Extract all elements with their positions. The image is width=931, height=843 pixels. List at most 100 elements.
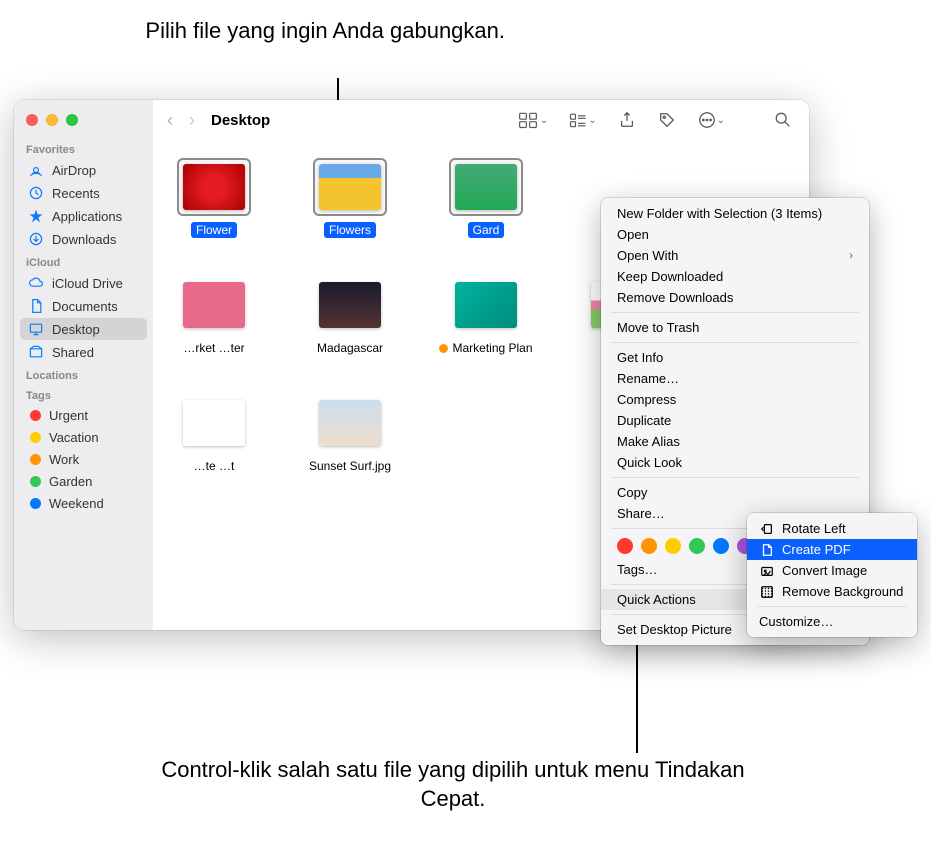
pdf-icon (759, 542, 774, 557)
apps-icon (28, 208, 44, 224)
callout-top: Pilih file yang ingin Anda gabungkan. (115, 17, 505, 46)
menu-item-compress[interactable]: Compress (601, 389, 869, 410)
menu-separator (611, 312, 859, 313)
menu-item-label: Duplicate (617, 413, 671, 428)
tag-item-garden[interactable]: Garden (20, 471, 147, 492)
file-item[interactable]: Sunset Surf.jpg (307, 394, 393, 474)
tag-icon[interactable] (651, 111, 683, 129)
submenu-item-create-pdf[interactable]: Create PDF (747, 539, 917, 560)
file-item[interactable]: Flower (171, 158, 257, 238)
close-button[interactable] (26, 114, 38, 126)
tag-color-swatch[interactable] (617, 538, 633, 554)
file-thumbnail (319, 164, 381, 210)
finder-window: Favorites AirDropRecentsApplications Down… (14, 100, 809, 630)
menu-item-label: Make Alias (617, 434, 680, 449)
more-icon[interactable]: ⌄ (691, 111, 731, 129)
sidebar-item-desktop[interactable]: Desktop (20, 318, 147, 340)
file-name: Sunset Surf.jpg (304, 458, 396, 474)
sidebar-item-downloads[interactable]: Downloads (20, 228, 147, 250)
sidebar-item-documents[interactable]: Documents (20, 295, 147, 317)
sidebar-item-airdrop[interactable]: AirDrop (20, 159, 147, 181)
menu-item-label: Quick Look (617, 455, 682, 470)
menu-item-make-alias[interactable]: Make Alias (601, 431, 869, 452)
file-name: …rket …ter (178, 340, 249, 356)
menu-item-new-folder-with-selection-items[interactable]: New Folder with Selection (3 Items) (601, 203, 869, 224)
menu-item-open-with[interactable]: Open With› (601, 245, 869, 266)
section-locations: Locations (14, 364, 153, 384)
tag-label: Urgent (49, 408, 88, 423)
file-thumbnail (183, 400, 245, 446)
group-button[interactable]: ⌄ (562, 111, 602, 129)
convert-icon (759, 563, 774, 578)
file-item[interactable]: …te …t (171, 394, 257, 474)
menu-item-label: Tags… (617, 562, 657, 577)
minimize-button[interactable] (46, 114, 58, 126)
section-favorites: Favorites (14, 138, 153, 158)
tag-color-swatch[interactable] (641, 538, 657, 554)
menu-item-rename[interactable]: Rename… (601, 368, 869, 389)
file-item[interactable]: Marketing Plan (443, 276, 529, 356)
main-area: ‹ › Desktop ⌄ ⌄ ⌄ Flower Flowers Gard …rket… (153, 100, 809, 630)
share-icon[interactable] (611, 111, 643, 129)
tag-item-vacation[interactable]: Vacation (20, 427, 147, 448)
menu-item-label: Get Info (617, 350, 663, 365)
toolbar: ‹ › Desktop ⌄ ⌄ ⌄ (153, 100, 809, 140)
menu-item-quick-look[interactable]: Quick Look (601, 452, 869, 473)
sidebar-item-label: Desktop (52, 322, 100, 337)
file-name: …te …t (189, 458, 240, 474)
menu-item-copy[interactable]: Copy (601, 482, 869, 503)
tag-color-swatch[interactable] (665, 538, 681, 554)
sidebar: Favorites AirDropRecentsApplications Down… (14, 100, 153, 630)
sidebar-item-label: iCloud Drive (52, 276, 123, 291)
file-name: Gard (468, 222, 505, 238)
download-icon (28, 231, 44, 247)
callout-line (636, 633, 638, 753)
sidebar-item-shared[interactable]: Shared (20, 341, 147, 363)
submenu-item-convert-image[interactable]: Convert Image (747, 560, 917, 581)
menu-item-remove-downloads[interactable]: Remove Downloads (601, 287, 869, 308)
submenu-customize[interactable]: Customize… (747, 611, 917, 632)
menu-item-label: Set Desktop Picture (617, 622, 732, 637)
file-item[interactable]: …rket …ter (171, 276, 257, 356)
submenu-item-label: Rotate Left (782, 521, 846, 536)
sidebar-item-recents[interactable]: Recents (20, 182, 147, 204)
tag-color-swatch[interactable] (689, 538, 705, 554)
sidebar-item-icloud-drive[interactable]: iCloud Drive (20, 272, 147, 294)
tag-color-swatch[interactable] (713, 538, 729, 554)
menu-item-label: Copy (617, 485, 647, 500)
section-icloud: iCloud (14, 251, 153, 271)
menu-item-move-to-trash[interactable]: Move to Trash (601, 317, 869, 338)
menu-item-get-info[interactable]: Get Info (601, 347, 869, 368)
section-tags: Tags (14, 384, 153, 404)
tag-item-urgent[interactable]: Urgent (20, 405, 147, 426)
file-thumbnail (455, 282, 517, 328)
tag-dot-icon (30, 454, 41, 465)
file-item[interactable]: Gard (443, 158, 529, 238)
tag-item-work[interactable]: Work (20, 449, 147, 470)
menu-item-label: Share… (617, 506, 665, 521)
menu-item-label: Move to Trash (617, 320, 699, 335)
search-icon[interactable] (767, 111, 799, 129)
tag-dot-icon (30, 410, 41, 421)
back-button[interactable]: ‹ (163, 110, 177, 131)
tag-item-weekend[interactable]: Weekend (20, 493, 147, 514)
menu-item-duplicate[interactable]: Duplicate (601, 410, 869, 431)
sidebar-item-label: Downloads (52, 232, 116, 247)
file-thumbnail (183, 282, 245, 328)
file-item[interactable]: Flowers (307, 158, 393, 238)
submenu-item-label: Customize… (759, 614, 833, 629)
menu-item-keep-downloaded[interactable]: Keep Downloaded (601, 266, 869, 287)
forward-button[interactable]: › (185, 110, 199, 131)
menu-item-open[interactable]: Open (601, 224, 869, 245)
submenu-item-rotate-left[interactable]: Rotate Left (747, 518, 917, 539)
menu-item-label: Compress (617, 392, 676, 407)
file-item[interactable]: Madagascar (307, 276, 393, 356)
view-icon-button[interactable]: ⌄ (512, 111, 554, 129)
submenu-item-remove-background[interactable]: Remove Background (747, 581, 917, 602)
sidebar-item-applications[interactable]: Applications (20, 205, 147, 227)
tag-label: Vacation (49, 430, 99, 445)
menu-item-label: New Folder with Selection (3 Items) (617, 206, 822, 221)
maximize-button[interactable] (66, 114, 78, 126)
file-name: Flower (191, 222, 237, 238)
window-controls (14, 108, 153, 138)
